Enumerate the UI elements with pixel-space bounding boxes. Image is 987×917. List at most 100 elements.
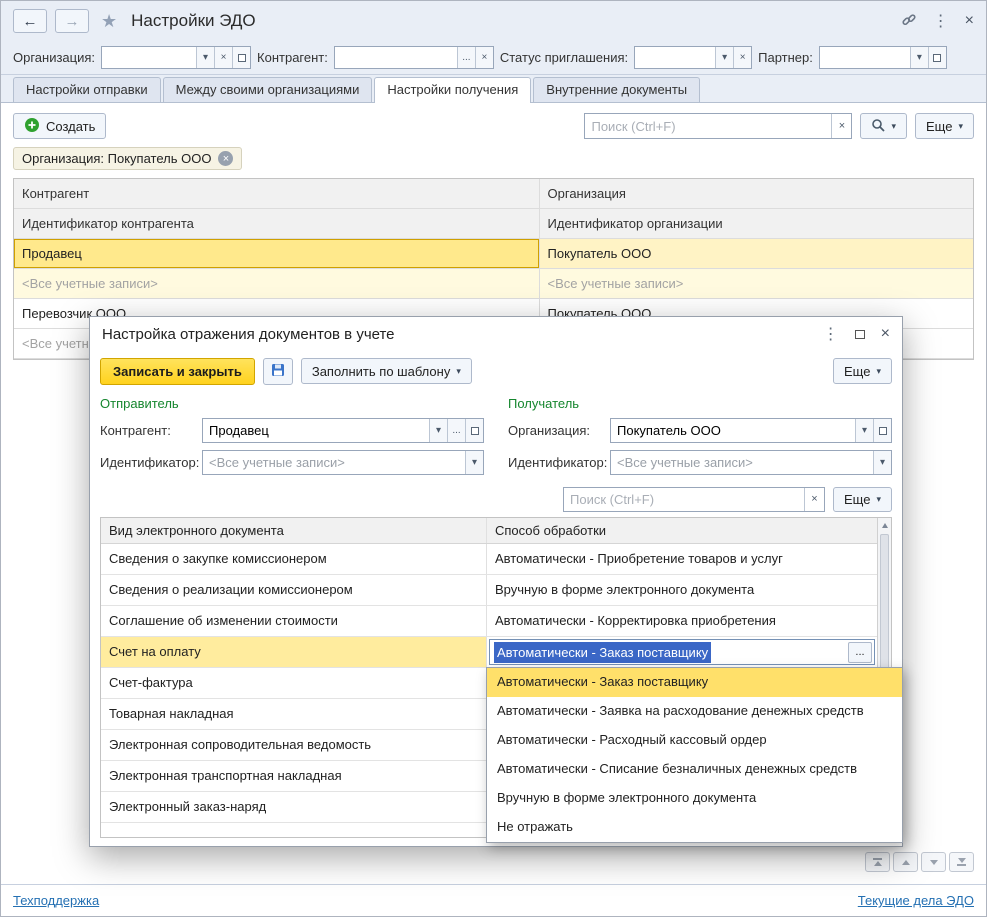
organization-open-icon[interactable] (232, 47, 250, 68)
tab-internal-documents[interactable]: Внутренние документы (533, 77, 700, 102)
close-window-icon[interactable]: × (965, 12, 974, 30)
cell-counterparty[interactable]: Продавец (14, 239, 540, 269)
cell-organization[interactable]: Покупатель ООО (540, 239, 973, 269)
edo-current-tasks-link[interactable]: Текущие дела ЭДО (858, 893, 974, 908)
tab-receiving-settings[interactable]: Настройки получения (374, 77, 531, 103)
organization-clear-icon[interactable]: × (214, 47, 232, 68)
sender-counterparty-choose-icon[interactable]: ... (447, 419, 465, 442)
dialog-search-clear-icon[interactable]: × (804, 488, 824, 511)
sender-counterparty-input[interactable] (203, 419, 429, 442)
tech-support-link[interactable]: Техподдержка (13, 893, 99, 908)
tab-sending-settings[interactable]: Настройки отправки (13, 77, 161, 102)
dialog-close-icon[interactable]: × (881, 325, 890, 343)
more-menu-icon[interactable]: ⋮ (933, 11, 949, 31)
column-header-processing-method[interactable]: Способ обработки (487, 518, 877, 543)
scrollbar-up-button[interactable] (878, 518, 891, 533)
back-arrow-icon: ← (23, 13, 38, 30)
receiver-organization-open-icon[interactable] (873, 419, 891, 442)
cell-document-type[interactable]: Электронная транспортная накладная (101, 761, 487, 791)
dialog-table-more-button[interactable]: Еще ▾ (833, 487, 892, 512)
table-row[interactable]: Сведения о реализации комиссионером Вруч… (101, 575, 877, 606)
search-clear-icon[interactable]: × (831, 114, 851, 138)
dialog-search-input[interactable] (564, 488, 804, 511)
receiver-identifier-input[interactable] (611, 451, 873, 474)
cell-document-type[interactable]: Электронная сопроводительная ведомость (101, 730, 487, 760)
search-field: × (584, 113, 852, 139)
partner-dropdown-icon[interactable]: ▾ (910, 47, 928, 68)
column-header-counterparty[interactable]: Контрагент (14, 179, 540, 209)
counterparty-filter-input[interactable] (335, 47, 457, 68)
table-row[interactable]: <Все учетные записи> <Все учетные записи… (14, 269, 973, 299)
table-row[interactable]: Сведения о закупке комиссионером Автомат… (101, 544, 877, 575)
search-input[interactable] (585, 114, 831, 138)
favorite-star-icon[interactable]: ★ (101, 11, 117, 32)
method-choose-button[interactable]: ... (848, 642, 872, 663)
invitation-status-clear-icon[interactable]: × (733, 47, 751, 68)
sender-identifier-input[interactable] (203, 451, 465, 474)
cell-document-type[interactable]: Сведения о реализации комиссионером (101, 575, 487, 605)
cell-document-type[interactable]: Товарная накладная (101, 699, 487, 729)
scroll-up-button[interactable] (893, 852, 918, 872)
back-button[interactable]: ← (13, 9, 47, 33)
partner-open-icon[interactable] (928, 47, 946, 68)
invitation-status-dropdown-icon[interactable]: ▾ (715, 47, 733, 68)
arrow-up-icon (882, 523, 888, 528)
dialog-command-bar: Записать и закрыть Заполнить по шаблону … (90, 351, 902, 391)
receiver-section: Получатель Организация: ▾ Идентификатор:… (508, 395, 892, 481)
receiver-identifier-dropdown-icon[interactable]: ▾ (873, 451, 891, 474)
sender-identifier-dropdown-icon[interactable]: ▾ (465, 451, 483, 474)
fill-by-template-button[interactable]: Заполнить по шаблону ▾ (301, 358, 472, 384)
get-link-icon[interactable] (901, 12, 917, 31)
receiver-organization-dropdown-icon[interactable]: ▾ (855, 419, 873, 442)
dialog-form: Отправитель Контрагент: ▾ ... Идентифика… (90, 391, 902, 481)
column-header-organization[interactable]: Организация (540, 179, 973, 209)
sender-counterparty-open-icon[interactable] (465, 419, 483, 442)
create-button[interactable]: Создать (13, 113, 106, 139)
remove-filter-icon[interactable]: × (218, 151, 233, 166)
column-header-counterparty-id[interactable]: Идентификатор контрагента (14, 209, 540, 239)
forward-button[interactable]: → (55, 9, 89, 33)
save-and-close-button[interactable]: Записать и закрыть (100, 358, 255, 385)
dropdown-item[interactable]: Автоматически - Списание безналичных ден… (487, 755, 902, 784)
dropdown-item[interactable]: Не отражать (487, 813, 902, 842)
scroll-to-bottom-button[interactable] (949, 852, 974, 872)
cell-document-type[interactable]: Счет на оплату (101, 637, 487, 667)
column-header-organization-id[interactable]: Идентификатор организации (540, 209, 973, 239)
cell-document-type[interactable]: Соглашение об изменении стоимости (101, 606, 487, 636)
dropdown-item[interactable]: Автоматически - Заказ поставщику (487, 668, 902, 697)
dropdown-item[interactable]: Автоматически - Заявка на расходование д… (487, 697, 902, 726)
table-row[interactable]: Соглашение об изменении стоимости Автома… (101, 606, 877, 637)
dropdown-item[interactable]: Автоматически - Расходный кассовый ордер (487, 726, 902, 755)
dialog-more-button[interactable]: Еще ▾ (833, 358, 892, 384)
cell-document-type[interactable]: Счет-фактура (101, 668, 487, 698)
counterparty-clear-icon[interactable]: × (475, 47, 493, 68)
method-inline-editor[interactable]: Автоматически - Заказ поставщику ... (489, 639, 875, 665)
organization-filter-chip[interactable]: Организация: Покупатель ООО × (13, 147, 242, 170)
cell-counterparty-id[interactable]: <Все учетные записи> (14, 269, 540, 299)
cell-processing-method[interactable]: Автоматически - Приобретение товаров и у… (487, 544, 877, 574)
dropdown-item[interactable]: Вручную в форме электронного документа (487, 784, 902, 813)
table-row-editing[interactable]: Счет на оплату Автоматически - Заказ пос… (101, 637, 877, 668)
scroll-to-top-button[interactable] (865, 852, 890, 872)
organization-dropdown-icon[interactable]: ▾ (196, 47, 214, 68)
scroll-down-button[interactable] (921, 852, 946, 872)
cell-document-type[interactable]: Электронный заказ-наряд (101, 792, 487, 822)
tab-between-own-organizations[interactable]: Между своими организациями (163, 77, 373, 102)
table-row[interactable]: Продавец Покупатель ООО (14, 239, 973, 269)
column-header-document-type[interactable]: Вид электронного документа (101, 518, 487, 543)
cell-processing-method[interactable]: Автоматически - Корректировка приобретен… (487, 606, 877, 636)
more-button[interactable]: Еще ▾ (915, 113, 974, 139)
partner-filter-input[interactable] (820, 47, 910, 68)
invitation-status-filter-input[interactable] (635, 47, 715, 68)
sender-counterparty-dropdown-icon[interactable]: ▾ (429, 419, 447, 442)
counterparty-choose-icon[interactable]: ... (457, 47, 475, 68)
search-options-button[interactable]: ▾ (860, 113, 907, 139)
receiver-organization-input[interactable] (611, 419, 855, 442)
cell-processing-method[interactable]: Вручную в форме электронного документа (487, 575, 877, 605)
organization-filter-input[interactable] (102, 47, 196, 68)
dialog-more-menu-icon[interactable]: ⋮ (823, 324, 839, 344)
dialog-maximize-icon[interactable] (855, 330, 865, 339)
cell-organization-id[interactable]: <Все учетные записи> (540, 269, 973, 299)
cell-document-type[interactable]: Сведения о закупке комиссионером (101, 544, 487, 574)
save-button[interactable] (263, 358, 293, 385)
